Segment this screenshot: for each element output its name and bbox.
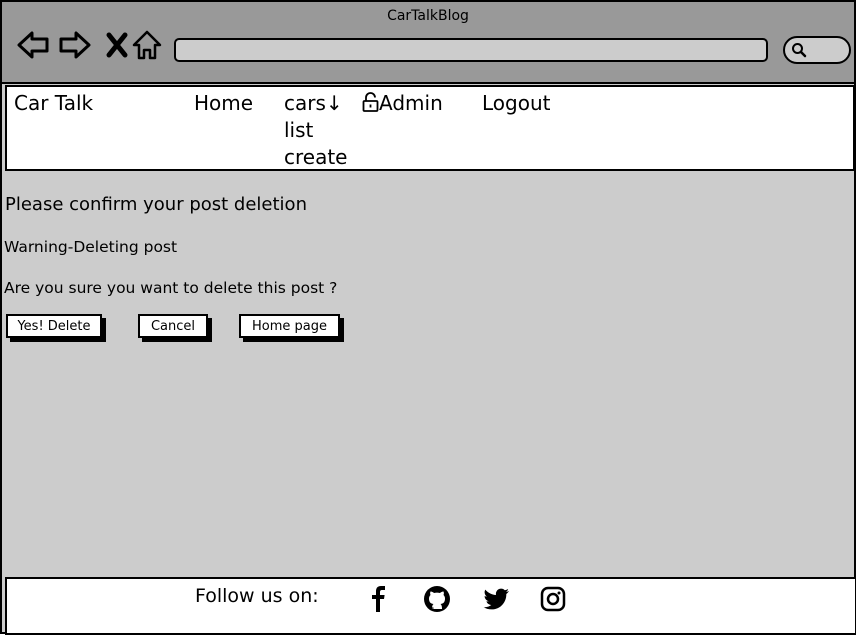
browser-search-box[interactable] <box>783 36 851 64</box>
github-icon[interactable] <box>423 585 451 613</box>
nav-admin-label[interactable]: Admin <box>379 91 443 115</box>
twitter-icon[interactable] <box>482 585 510 613</box>
confirm-question: Are you sure you want to delete this pos… <box>4 279 338 297</box>
browser-chrome: CarTalkBlog <box>2 2 854 84</box>
browser-window: CarTalkBlog Car Talk Home cars↓ list cre… <box>0 0 856 635</box>
follow-us-label: Follow us on: <box>195 585 319 607</box>
brand-logo-text[interactable]: Car Talk <box>14 90 93 117</box>
cars-dropdown[interactable]: cars↓ <box>284 90 343 117</box>
cars-create-link[interactable]: create <box>284 144 348 171</box>
site-navbar: Car Talk Home cars↓ list create Admin Lo… <box>5 85 855 171</box>
address-bar[interactable] <box>174 38 768 62</box>
cars-list-link[interactable]: list <box>284 117 313 144</box>
search-icon <box>792 43 807 58</box>
forward-arrow-icon[interactable] <box>58 28 92 62</box>
warning-text: Warning-Deleting post <box>4 238 178 256</box>
back-arrow-icon[interactable] <box>16 28 50 62</box>
instagram-icon[interactable] <box>539 585 567 613</box>
home-icon[interactable] <box>130 28 164 62</box>
page-title: Please confirm your post deletion <box>5 194 307 215</box>
nav-home-link[interactable]: Home <box>194 90 253 117</box>
nav-logout-link[interactable]: Logout <box>482 90 550 117</box>
stop-icon[interactable] <box>100 28 134 62</box>
cars-dropdown-label[interactable]: cars <box>284 91 326 115</box>
cancel-button[interactable]: Cancel <box>138 314 208 338</box>
nav-admin-link[interactable]: Admin <box>362 90 443 117</box>
site-footer: Follow us on: <box>5 577 856 635</box>
yes-delete-button[interactable]: Yes! Delete <box>6 314 102 338</box>
window-title: CarTalkBlog <box>387 8 469 24</box>
unlock-icon <box>362 92 379 112</box>
home-page-button[interactable]: Home page <box>239 314 340 338</box>
dropdown-arrow-icon: ↓ <box>325 91 343 115</box>
facebook-icon[interactable] <box>365 585 393 613</box>
